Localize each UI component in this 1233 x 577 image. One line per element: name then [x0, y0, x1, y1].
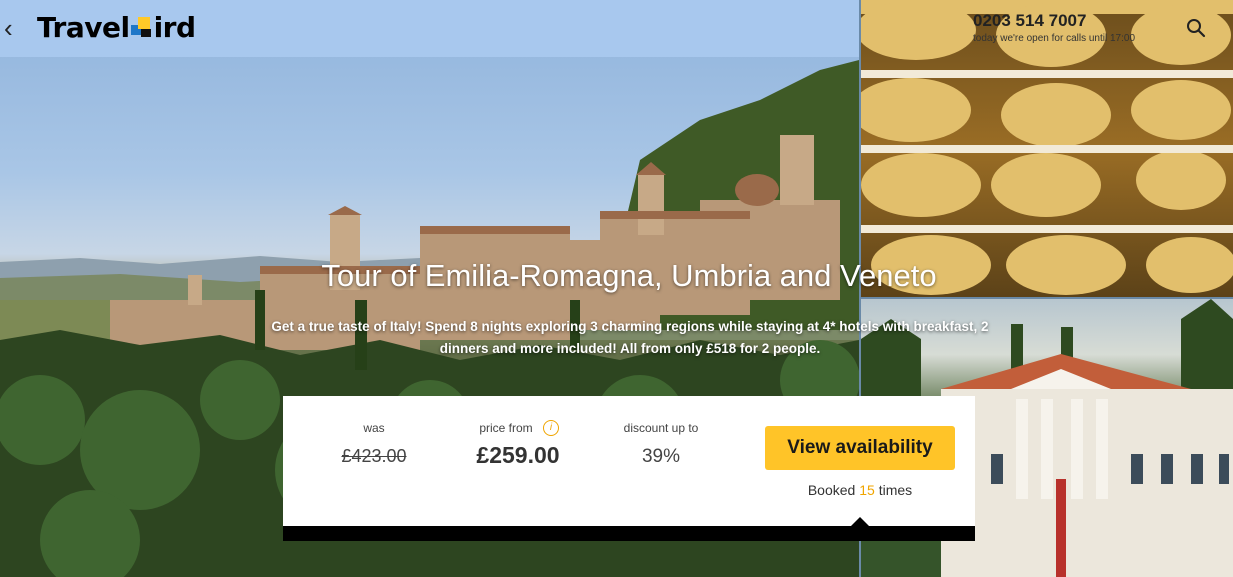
- search-button[interactable]: [1186, 18, 1206, 38]
- discount-value: 39%: [641, 446, 681, 467]
- cheese-image: [861, 0, 1233, 297]
- booked-count-text: Booked 15 times: [765, 482, 955, 498]
- price-from-label: price from: [479, 421, 533, 435]
- was-label: was: [363, 421, 385, 435]
- discount-label: discount up to: [623, 421, 699, 435]
- logo-mark-icon: [130, 15, 153, 39]
- price-box-bar: [283, 526, 975, 541]
- logo[interactable]: Travel ird: [37, 10, 196, 44]
- price-box-pointer: [851, 517, 869, 526]
- price-box: was £423.00 price from i £259.00 discoun…: [283, 396, 975, 526]
- info-icon[interactable]: i: [543, 420, 559, 436]
- logo-text-left: Travel: [37, 10, 130, 44]
- phone-number[interactable]: 0203 514 7007: [973, 11, 1086, 31]
- page-title: Tour of Emilia-Romagna, Umbria and Venet…: [321, 258, 937, 293]
- logo-text-right: ird: [153, 10, 196, 44]
- was-price: £423.00: [341, 446, 407, 466]
- cheese-illustration: [861, 0, 1233, 295]
- chevron-left-icon: ‹: [4, 13, 13, 43]
- opening-hours: today we're open for calls until 17:00: [973, 33, 1136, 44]
- search-icon: [1187, 19, 1206, 38]
- back-button[interactable]: ‹: [4, 13, 20, 43]
- current-price: £259.00: [476, 442, 560, 468]
- view-availability-button[interactable]: View availability: [765, 426, 955, 470]
- page-subtitle: Get a true taste of Italy! Spend 8 night…: [271, 319, 989, 356]
- booked-count: 15: [859, 482, 875, 498]
- booked-prefix: Booked: [807, 482, 856, 498]
- booked-suffix: times: [878, 482, 913, 498]
